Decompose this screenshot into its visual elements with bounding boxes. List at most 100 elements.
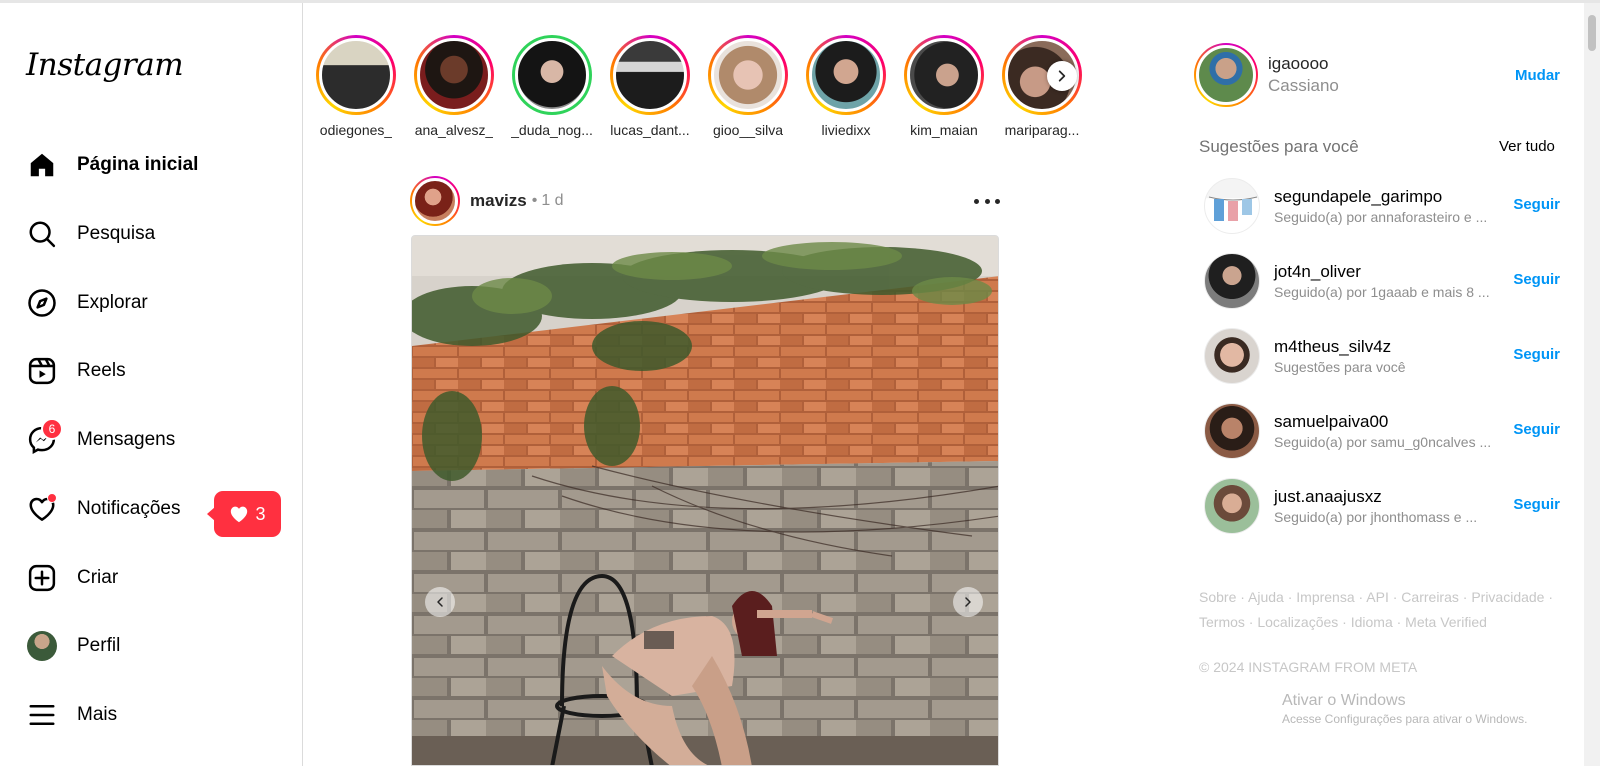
- suggestion-username[interactable]: jot4n_oliver: [1274, 262, 1504, 282]
- suggestion-username[interactable]: just.anaajusxz: [1274, 487, 1504, 507]
- plus-square-icon: [26, 562, 58, 594]
- sidebar-item-profile[interactable]: Perfil: [26, 626, 120, 666]
- suggestion-subtitle: Seguido(a) por 1gaaab e mais 8 ...: [1274, 284, 1490, 300]
- sidebar-item-search[interactable]: Pesquisa: [26, 214, 155, 254]
- suggestion-item: jot4n_oliver Seguido(a) por 1gaaab e mai…: [1204, 253, 1560, 309]
- story-item[interactable]: _duda_nog...: [508, 35, 596, 138]
- messages-badge: 6: [41, 418, 63, 440]
- footer-links: Sobre · Ajuda · Imprensa · API · Carreir…: [1199, 585, 1564, 635]
- story-ring: [806, 35, 886, 115]
- current-user-fullname: Cassiano: [1268, 76, 1339, 95]
- menu-icon: [26, 699, 58, 731]
- story-item[interactable]: odiegones_: [312, 35, 400, 138]
- story-username: gioo__silva: [712, 122, 784, 138]
- story-avatar: [809, 38, 883, 112]
- see-all-link[interactable]: Ver tudo: [1499, 138, 1555, 155]
- suggestion-username[interactable]: m4theus_silv4z: [1274, 337, 1504, 357]
- suggestion-text: just.anaajusxz Seguido(a) por jhonthomas…: [1274, 487, 1504, 525]
- instagram-logo[interactable]: Instagram: [26, 47, 184, 83]
- story-username: kim_maian: [910, 122, 978, 138]
- more-options-icon[interactable]: [974, 191, 1000, 211]
- sidebar: Instagram Página inicial Pesquisa Explor…: [0, 3, 303, 766]
- notification-dot: [47, 493, 57, 503]
- post-separator: •: [531, 192, 538, 209]
- story-avatar: [515, 38, 589, 112]
- stories-next-button[interactable]: [1047, 61, 1077, 91]
- sidebar-item-label: Página inicial: [77, 154, 199, 175]
- sidebar-item-label: Explorar: [77, 292, 148, 313]
- suggestion-item: segundapele_garimpo Seguido(a) por annaf…: [1204, 178, 1560, 234]
- current-user-username[interactable]: igaoooo: [1268, 54, 1339, 74]
- reels-icon: [26, 355, 58, 387]
- footer-links-line[interactable]: Sobre · Ajuda · Imprensa · API · Carreir…: [1199, 585, 1564, 610]
- story-avatar: [711, 38, 785, 112]
- story-item[interactable]: ana_alvesz_: [410, 35, 498, 138]
- notifications-count: 3: [255, 503, 266, 524]
- sidebar-item-label: Mensagens: [77, 429, 176, 450]
- current-user-ring[interactable]: [1194, 43, 1258, 107]
- post-photo[interactable]: [411, 235, 999, 766]
- footer-links-line[interactable]: Termos · Localizações · Idioma · Meta Ve…: [1199, 610, 1564, 635]
- sidebar-item-label: Perfil: [77, 635, 121, 656]
- sidebar-item-explore[interactable]: Explorar: [26, 283, 148, 323]
- suggestion-avatar[interactable]: [1204, 178, 1260, 234]
- story-ring: [316, 35, 396, 115]
- suggestion-username[interactable]: samuelpaiva00: [1274, 412, 1504, 432]
- story-item[interactable]: liviedixx: [802, 35, 890, 138]
- scrollbar-thumb[interactable]: [1588, 15, 1596, 51]
- story-item[interactable]: gioo__silva: [704, 35, 792, 138]
- sidebar-item-messages[interactable]: 6 Mensagens: [26, 418, 176, 460]
- stories-tray: odiegones_ ana_alvesz_ _duda_nog... luca…: [312, 35, 1102, 145]
- story-item[interactable]: mariparag...: [998, 35, 1086, 138]
- suggestion-avatar[interactable]: [1204, 478, 1260, 534]
- profile-icon-wrap: [26, 630, 58, 662]
- post-author-ring[interactable]: [410, 176, 460, 226]
- current-user-text: igaoooo Cassiano: [1268, 54, 1339, 96]
- story-username: lucas_dant...: [610, 122, 690, 138]
- suggestions-title: Sugestões para você: [1199, 137, 1359, 156]
- post-header: mavizs • 1 d: [410, 175, 1000, 227]
- heart-icon: [231, 506, 248, 523]
- suggestion-subtitle: Sugestões para você: [1274, 359, 1406, 375]
- clothesline-icon: [1208, 196, 1258, 221]
- page-scrollbar[interactable]: [1584, 3, 1600, 766]
- story-item[interactable]: lucas_dant...: [606, 35, 694, 138]
- sidebar-item-more[interactable]: Mais: [26, 695, 117, 735]
- watermark-subtitle: Acesse Configurações para ativar o Windo…: [1282, 712, 1528, 726]
- suggestion-avatar[interactable]: [1204, 403, 1260, 459]
- suggestion-text: m4theus_silv4z Sugestões para você: [1274, 337, 1504, 375]
- follow-button[interactable]: Seguir: [1513, 496, 1560, 513]
- sidebar-item-label: Pesquisa: [77, 223, 156, 244]
- carousel-prev-button[interactable]: [425, 587, 455, 617]
- suggestion-avatar[interactable]: [1204, 328, 1260, 384]
- carousel-next-button[interactable]: [953, 587, 983, 617]
- follow-button[interactable]: Seguir: [1513, 196, 1560, 213]
- suggestion-username[interactable]: segundapele_garimpo: [1274, 187, 1504, 207]
- chevron-right-icon: [1058, 70, 1066, 82]
- search-icon: [26, 218, 58, 250]
- sidebar-item-reels[interactable]: Reels: [26, 351, 126, 391]
- suggestion-subtitle: Seguido(a) por annaforasteiro e ...: [1274, 209, 1488, 225]
- story-username: odiegones_: [319, 122, 393, 138]
- suggestion-text: jot4n_oliver Seguido(a) por 1gaaab e mai…: [1274, 262, 1504, 300]
- sidebar-item-label: Reels: [77, 360, 126, 381]
- post-author-username[interactable]: mavizs: [470, 191, 527, 211]
- sidebar-item-create[interactable]: Criar: [26, 558, 118, 598]
- suggestion-avatar[interactable]: [1204, 253, 1260, 309]
- follow-button[interactable]: Seguir: [1513, 271, 1560, 288]
- suggestion-item: just.anaajusxz Seguido(a) por jhonthomas…: [1204, 478, 1560, 534]
- follow-button[interactable]: Seguir: [1513, 346, 1560, 363]
- story-avatar: [319, 38, 393, 112]
- sidebar-item-notifications[interactable]: Notificações: [26, 489, 181, 529]
- chevron-right-icon: [965, 597, 971, 607]
- story-avatar: [417, 38, 491, 112]
- post-author-avatar: [412, 178, 458, 224]
- sidebar-item-home[interactable]: Página inicial: [26, 145, 198, 185]
- post-time[interactable]: 1 d: [541, 192, 563, 210]
- story-item[interactable]: kim_maian: [900, 35, 988, 138]
- switch-account-button[interactable]: Mudar: [1515, 67, 1560, 84]
- story-username: liviedixx: [821, 122, 871, 138]
- notifications-popup[interactable]: 3: [207, 491, 281, 537]
- heart-icon: [26, 493, 58, 525]
- follow-button[interactable]: Seguir: [1513, 421, 1560, 438]
